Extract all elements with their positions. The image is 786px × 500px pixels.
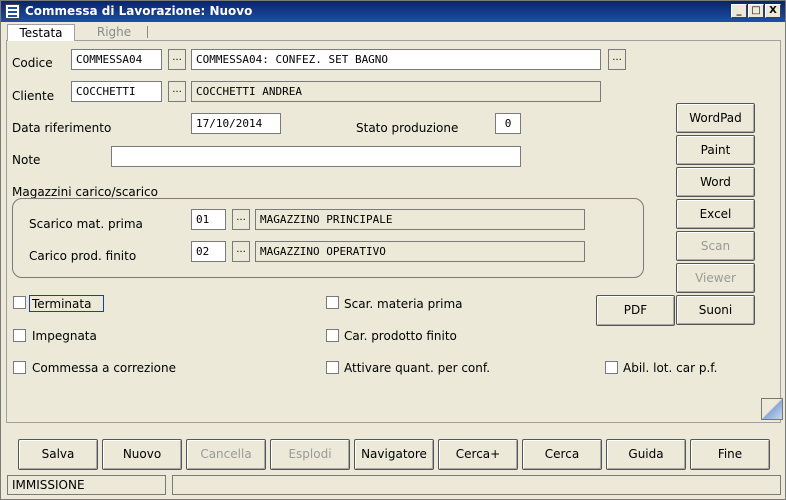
scar-materia-prima-label[interactable]: Scar. materia prima (344, 297, 463, 311)
note-label: Note (12, 153, 41, 167)
salva-button[interactable]: Salva (18, 439, 98, 470)
note-input[interactable] (111, 146, 521, 167)
cliente-lookup-button[interactable]: ... (168, 81, 186, 102)
pdf-button[interactable]: PDF (596, 295, 675, 326)
cliente-description-field: COCCHETTI ANDREA (191, 81, 601, 102)
close-button[interactable]: X (765, 4, 781, 18)
impegnata-checkbox[interactable] (13, 329, 26, 342)
data-riferimento-input[interactable]: 17/10/2014 (191, 113, 281, 134)
minimize-button[interactable]: _ (731, 4, 747, 18)
tab-separator (147, 26, 148, 38)
main-window: Commessa di Lavorazione: Nuovo _ □ X Tes… (0, 0, 786, 500)
commessa-correzione-label[interactable]: Commessa a correzione (32, 361, 176, 375)
navigatore-button[interactable]: Navigatore (354, 439, 434, 470)
attivare-quant-checkbox[interactable] (326, 361, 339, 374)
status-info (172, 475, 781, 495)
stato-produzione-input[interactable]: 0 (495, 113, 521, 134)
terminata-checkbox[interactable] (13, 296, 26, 309)
car-prodotto-finito-checkbox[interactable] (326, 329, 339, 342)
codice-input[interactable]: COMMESSA04 (71, 49, 162, 70)
cancella-button[interactable]: Cancella (186, 439, 266, 470)
word-button[interactable]: Word (676, 167, 755, 197)
cerca-plus-button[interactable]: Cerca+ (438, 439, 518, 470)
carico-label: Carico prod. finito (29, 249, 137, 263)
tab-righe[interactable]: Righe (81, 24, 147, 41)
scarico-lookup-button[interactable]: ... (232, 209, 250, 230)
carico-description-field: MAGAZZINO OPERATIVO (255, 241, 585, 262)
scarico-description-field: MAGAZZINO PRINCIPALE (255, 209, 585, 230)
abil-lot-checkbox[interactable] (605, 361, 618, 374)
cliente-input[interactable]: COCCHETTI (71, 81, 162, 102)
nuovo-button[interactable]: Nuovo (102, 439, 182, 470)
scan-button[interactable]: Scan (676, 231, 755, 261)
scarico-input[interactable]: 01 (191, 209, 226, 230)
attivare-quant-label[interactable]: Attivare quant. per conf. (344, 361, 490, 375)
resize-grip-icon[interactable] (761, 398, 783, 420)
carico-input[interactable]: 02 (191, 241, 226, 262)
excel-button[interactable]: Excel (676, 199, 755, 229)
title-bar[interactable]: Commessa di Lavorazione: Nuovo _ □ X (1, 1, 785, 22)
status-mode: IMMISSIONE (7, 475, 166, 495)
fine-button[interactable]: Fine (690, 439, 770, 470)
scar-materia-prima-checkbox[interactable] (326, 296, 339, 309)
wordpad-button[interactable]: WordPad (676, 103, 755, 133)
scarico-label: Scarico mat. prima (29, 217, 143, 231)
paint-button[interactable]: Paint (676, 135, 755, 165)
app-icon (5, 4, 20, 19)
codice-label: Codice (12, 56, 53, 70)
viewer-button[interactable]: Viewer (676, 263, 755, 293)
guida-button[interactable]: Guida (606, 439, 686, 470)
tab-testata[interactable]: Testata (7, 24, 75, 41)
maximize-button[interactable]: □ (748, 4, 764, 18)
esplodi-button[interactable]: Esplodi (270, 439, 350, 470)
impegnata-label[interactable]: Impegnata (32, 329, 97, 343)
codice-desc-lookup-button[interactable]: ... (608, 49, 626, 70)
cliente-label: Cliente (12, 89, 55, 103)
suoni-button[interactable]: Suoni (676, 295, 755, 325)
window-title: Commessa di Lavorazione: Nuovo (25, 4, 253, 18)
data-riferimento-label: Data riferimento (12, 121, 112, 135)
abil-lot-label[interactable]: Abil. lot. car p.f. (623, 361, 717, 375)
codice-lookup-button[interactable]: ... (168, 49, 186, 70)
car-prodotto-finito-label[interactable]: Car. prodotto finito (344, 329, 457, 343)
codice-description-field[interactable]: COMMESSA04: CONFEZ. SET BAGNO (191, 49, 601, 70)
cerca-button[interactable]: Cerca (522, 439, 602, 470)
carico-lookup-button[interactable]: ... (232, 241, 250, 262)
magazzini-label: Magazzini carico/scarico (12, 185, 158, 199)
terminata-label[interactable]: Terminata (32, 297, 91, 311)
commessa-correzione-checkbox[interactable] (13, 361, 26, 374)
stato-produzione-label: Stato produzione (356, 121, 459, 135)
